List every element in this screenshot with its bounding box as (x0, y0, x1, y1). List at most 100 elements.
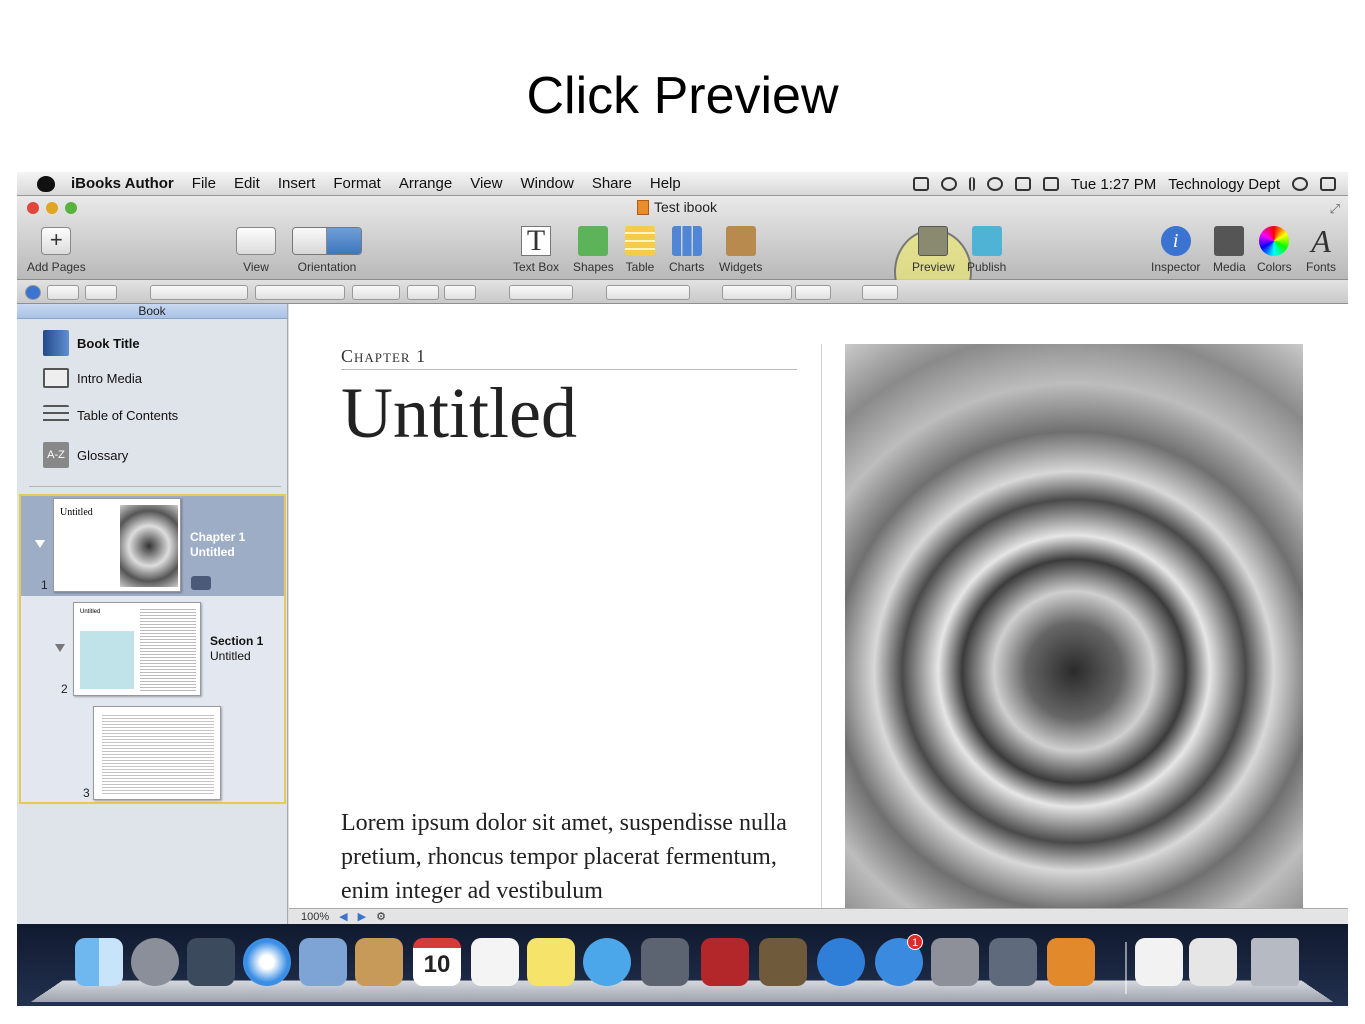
safari-icon[interactable] (243, 938, 291, 986)
previous-page-icon[interactable]: ◀ (339, 910, 347, 923)
list-style-popup[interactable] (862, 285, 898, 300)
colors-button[interactable]: Colors (1257, 224, 1292, 274)
system-preferences-icon[interactable] (931, 938, 979, 986)
table-label: Table (625, 260, 655, 274)
publish-button[interactable]: Publish (967, 224, 1006, 274)
body-text[interactable]: Lorem ipsum dolor sit amet, suspendisse … (341, 806, 811, 908)
menu-help[interactable]: Help (650, 175, 681, 192)
facetime-icon[interactable] (641, 938, 689, 986)
character-style-popup[interactable] (85, 285, 117, 300)
text-box-button[interactable]: T Text Box (513, 224, 559, 275)
paragraph-style-popup[interactable] (47, 285, 79, 300)
trash-icon[interactable] (1251, 938, 1299, 986)
widgets-icon (725, 226, 756, 256)
sidebar-item-table-of-contents[interactable]: Table of Contents (43, 405, 178, 425)
document-title[interactable]: Untitled (341, 372, 577, 455)
font-family-popup[interactable] (150, 285, 248, 300)
keynote-icon[interactable] (989, 938, 1037, 986)
notification-center-icon[interactable] (1320, 177, 1336, 191)
charts-button[interactable]: Charts (669, 224, 704, 274)
sidebar-item-book-title[interactable]: Book Title (43, 330, 140, 356)
ibooks-author-icon[interactable] (1047, 938, 1095, 986)
volume-icon[interactable] (1014, 177, 1031, 191)
font-size-field[interactable] (352, 285, 400, 300)
document-stack-icon[interactable] (1135, 938, 1183, 986)
menu-user[interactable]: Technology Dept (1168, 176, 1280, 193)
menu-share[interactable]: Share (592, 175, 632, 192)
columns-popup[interactable] (795, 285, 831, 300)
menu-edit[interactable]: Edit (234, 175, 260, 192)
menu-file[interactable]: File (192, 175, 216, 192)
sidebar-item-intro-media[interactable]: Intro Media (43, 368, 142, 388)
wifi-icon[interactable] (986, 177, 1003, 191)
styles-drawer-icon[interactable] (25, 285, 41, 300)
dock-separator (1125, 942, 1127, 994)
close-window-button[interactable] (27, 202, 39, 214)
apple-logo-icon[interactable] (37, 175, 55, 192)
launchpad-icon[interactable] (131, 938, 179, 986)
zoom-window-button[interactable] (65, 202, 77, 214)
shapes-button[interactable]: Shapes (573, 224, 614, 274)
finder-icon[interactable] (75, 938, 123, 986)
view-button[interactable]: View (236, 224, 276, 274)
chevron-down-icon[interactable] (191, 576, 211, 590)
menu-app[interactable]: iBooks Author (71, 175, 174, 192)
widgets-button[interactable]: Widgets (719, 224, 762, 274)
calendar-icon[interactable]: 10 (413, 938, 461, 986)
inspector-button[interactable]: i Inspector (1151, 224, 1200, 274)
column-divider (821, 344, 822, 908)
zoom-level[interactable]: 100% (301, 911, 329, 923)
page-thumbnail-3[interactable] (93, 706, 221, 800)
bold-italic-underline-buttons[interactable] (509, 285, 573, 300)
chapter-label[interactable]: Chapter 1 (341, 346, 426, 367)
alignment-buttons[interactable] (606, 285, 690, 300)
menu-clock[interactable]: Tue 1:27 PM (1071, 176, 1156, 193)
preview-document-icon[interactable] (1189, 938, 1237, 986)
page-thumbnail-1[interactable]: Untitled (53, 498, 181, 592)
contacts-icon[interactable] (355, 938, 403, 986)
text-color-well[interactable] (407, 285, 439, 300)
document-canvas[interactable]: Chapter 1 Untitled Lorem ipsum dolor sit… (289, 304, 1348, 908)
disclosure-triangle-icon[interactable] (35, 540, 45, 548)
gear-icon[interactable]: ⚙ (376, 910, 386, 923)
menu-insert[interactable]: Insert (278, 175, 316, 192)
fullscreen-icon[interactable]: ⤢ (1330, 201, 1340, 217)
orientation-control[interactable]: Orientation (292, 224, 362, 274)
menu-format[interactable]: Format (333, 175, 381, 192)
script-menu-icon[interactable] (912, 177, 929, 191)
line-spacing-popup[interactable] (722, 285, 792, 300)
iphoto-icon[interactable] (759, 938, 807, 986)
photo-browser-icon[interactable] (187, 938, 235, 986)
menu-view[interactable]: View (470, 175, 502, 192)
bluetooth-icon[interactable] (968, 177, 975, 191)
flower-image[interactable] (845, 344, 1303, 908)
add-pages-button[interactable]: + Add Pages (27, 224, 86, 274)
minimize-window-button[interactable] (46, 202, 58, 214)
notes-icon[interactable] (527, 938, 575, 986)
media-button[interactable]: Media (1213, 224, 1246, 274)
preview-button[interactable]: Preview (912, 224, 955, 274)
reminders-icon[interactable] (471, 938, 519, 986)
itunes-icon[interactable] (817, 938, 865, 986)
fonts-button[interactable]: A Fonts (1306, 223, 1336, 275)
time-machine-icon[interactable] (940, 177, 957, 191)
table-button[interactable]: Table (625, 224, 655, 274)
font-typeface-popup[interactable] (255, 285, 345, 300)
page-thumb-selected-row[interactable]: Untitled 1 Chapter 1 Untitled (21, 496, 284, 596)
sidebar-item-glossary[interactable]: A-Z Glossary (43, 442, 128, 468)
menu-window[interactable]: Window (520, 175, 573, 192)
photo-booth-icon[interactable] (701, 938, 749, 986)
landscape-icon[interactable] (327, 228, 361, 254)
battery-icon[interactable] (1042, 177, 1059, 191)
highlight-color-well[interactable] (444, 285, 476, 300)
text-box-icon: T (521, 226, 552, 256)
next-page-icon[interactable]: ▶ (358, 910, 366, 923)
portrait-icon[interactable] (293, 228, 327, 254)
thumb-title: Untitled (80, 609, 101, 615)
spotlight-search-icon[interactable] (1292, 177, 1308, 191)
page-thumbnail-2[interactable]: Untitled (73, 602, 201, 696)
disclosure-triangle-icon[interactable] (55, 644, 65, 652)
mail-icon[interactable] (299, 938, 347, 986)
messages-icon[interactable] (583, 938, 631, 986)
menu-arrange[interactable]: Arrange (399, 175, 452, 192)
